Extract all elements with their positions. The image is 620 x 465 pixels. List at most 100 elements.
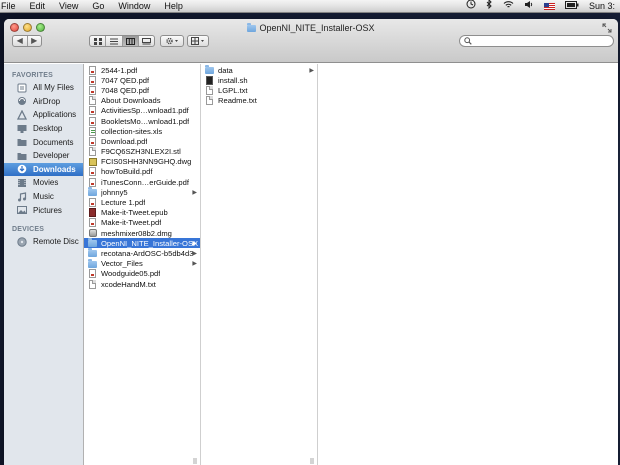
folder-icon (205, 65, 214, 75)
cover-flow-button[interactable] (137, 36, 154, 46)
file-row[interactable]: meshmixer08b2.dmg (84, 228, 200, 238)
forward-button[interactable]: ▶ (26, 36, 42, 46)
sidebar-item-music[interactable]: Music (4, 190, 83, 204)
sidebar-item-label: Documents (33, 137, 74, 147)
file-row[interactable]: collection-sites.xls (84, 126, 200, 136)
icon-view-button[interactable] (90, 36, 105, 46)
document-icon (205, 96, 214, 106)
column-resize-handle-icon[interactable] (309, 457, 315, 464)
volume-icon[interactable] (519, 0, 539, 13)
sidebar-item-label: Remote Disc (33, 237, 79, 247)
sidebar-item-remote-disc[interactable]: Remote Disc (4, 235, 83, 249)
disclosure-arrow-icon: ▶ (192, 250, 197, 257)
column-view-button[interactable] (121, 36, 138, 46)
sidebar-item-developer[interactable]: Developer (4, 149, 83, 163)
back-button[interactable]: ◀ (13, 36, 27, 46)
file-row[interactable]: FCIS0SHH3NN9GHQ.dwg (84, 157, 200, 167)
file-row[interactable]: Woodguide05.pdf (84, 269, 200, 279)
menu-go[interactable]: Go (85, 0, 111, 13)
menubar-clock[interactable]: Sun 3: (584, 0, 620, 13)
documents-icon (16, 137, 28, 147)
file-row[interactable]: iTunesConn…erGuide.pdf (84, 177, 200, 187)
downloads-icon (16, 164, 28, 174)
folder-row[interactable]: data ▶ (201, 65, 317, 75)
folder-row[interactable]: recotana-ArdOSC-b5db4d3 ▶ (84, 248, 200, 258)
list-view-button[interactable] (105, 36, 121, 46)
file-name: BookletsMo…wnload1.pdf (101, 116, 190, 126)
file-row[interactable]: Lecture 1.pdf (84, 197, 200, 208)
action-menu-button[interactable] (160, 35, 184, 47)
music-icon (16, 191, 28, 202)
pictures-icon (16, 205, 28, 215)
file-row[interactable]: xcodeHandM.txt (84, 279, 200, 289)
file-row[interactable]: Readme.txt (201, 96, 317, 106)
file-name: install.sh (218, 75, 248, 85)
file-row[interactable]: howToBuild.pdf (84, 167, 200, 177)
title-bar[interactable]: OpenNI_NITE_Installer-OSX ◀ ▶ (4, 19, 618, 63)
menu-edit[interactable]: Edit (23, 0, 53, 13)
column-resize-handle-icon[interactable] (192, 457, 198, 464)
column-downloads: 2544-1.pdf 7047 QED.pdf 7048 QED.pdf Abo… (84, 64, 201, 465)
file-name: Make-it-Tweet.pdf (101, 218, 162, 228)
file-name: collection-sites.xls (101, 126, 163, 136)
disclosure-arrow-icon: ▶ (192, 240, 197, 247)
sidebar-item-label: Developer (33, 151, 70, 161)
file-row[interactable]: install.sh (201, 75, 317, 85)
menu-window[interactable]: Window (111, 0, 157, 13)
sidebar-item-label: AirDrop (33, 96, 61, 106)
pdf-icon (88, 198, 97, 208)
search-field[interactable] (459, 35, 614, 47)
pdf-icon (88, 65, 97, 75)
menu-view[interactable]: View (52, 0, 85, 13)
file-row[interactable]: F9CQ6SZH3NLEX2I.stl (84, 147, 200, 157)
folder-row[interactable]: johnny5 ▶ (84, 187, 200, 197)
file-row[interactable]: Download.pdf (84, 136, 200, 146)
sidebar-item-all-my-files[interactable]: All My Files (4, 81, 83, 95)
sidebar-item-airdrop[interactable]: AirDrop (4, 95, 83, 109)
time-machine-icon[interactable] (461, 0, 481, 13)
file-row[interactable]: ActivitiesSp…wnload1.pdf (84, 106, 200, 116)
file-name: Woodguide05.pdf (101, 269, 161, 279)
battery-icon[interactable] (560, 0, 584, 13)
arrange-button[interactable] (187, 35, 209, 47)
applications-icon (16, 109, 28, 120)
input-source-flag-icon[interactable] (539, 0, 560, 13)
sidebar-item-label: Movies (33, 178, 59, 188)
file-row[interactable]: BookletsMo…wnload1.pdf (84, 116, 200, 126)
file-row[interactable]: LGPL.txt (201, 85, 317, 95)
file-row[interactable]: 7047 QED.pdf (84, 75, 200, 85)
folder-name: OpenNI_NITE_Installer-OSX (101, 238, 199, 248)
fullscreen-icon[interactable] (602, 23, 612, 33)
bluetooth-icon[interactable] (481, 0, 498, 13)
arrange-icon (191, 37, 204, 45)
airdrop-icon (16, 96, 28, 106)
devices-header: DEVICES (12, 225, 45, 233)
sidebar-item-desktop[interactable]: Desktop (4, 122, 83, 136)
sidebar-item-movies[interactable]: Movies (4, 176, 83, 190)
search-input[interactable] (475, 36, 605, 46)
desktop-icon (16, 124, 28, 134)
pdf-icon (88, 167, 97, 177)
file-row[interactable]: Make-it-Tweet.pdf (84, 218, 200, 228)
status-area: Sun 3: (461, 0, 620, 13)
folder-row[interactable]: Vector_Files ▶ (84, 258, 200, 269)
sidebar-item-pictures[interactable]: Pictures (4, 203, 83, 217)
menu-help[interactable]: Help (157, 0, 190, 13)
pdf-icon (88, 218, 97, 228)
sidebar-item-label: Music (33, 192, 54, 202)
sidebar-item-applications[interactable]: Applications (4, 108, 83, 122)
sidebar-item-downloads[interactable]: Downloads (4, 162, 83, 177)
file-row[interactable]: 2544-1.pdf (84, 65, 200, 75)
finder-window: OpenNI_NITE_Installer-OSX ◀ ▶ FAVORITES … (4, 19, 618, 465)
folder-row-selected[interactable]: OpenNI_NITE_Installer-OSX ▶ (84, 238, 200, 249)
wifi-icon[interactable] (498, 0, 519, 13)
menu-file[interactable]: File (0, 0, 23, 13)
file-name: Readme.txt (218, 96, 257, 106)
file-row[interactable]: 7048 QED.pdf (84, 85, 200, 95)
file-row[interactable]: Make-it-Tweet.epub (84, 208, 200, 218)
document-icon (205, 85, 214, 95)
sidebar-item-documents[interactable]: Documents (4, 135, 83, 149)
file-row[interactable]: About Downloads (84, 96, 200, 106)
folder-icon (247, 23, 257, 34)
menu-bar: File Edit View Go Window Help Sun 3: (0, 0, 620, 13)
